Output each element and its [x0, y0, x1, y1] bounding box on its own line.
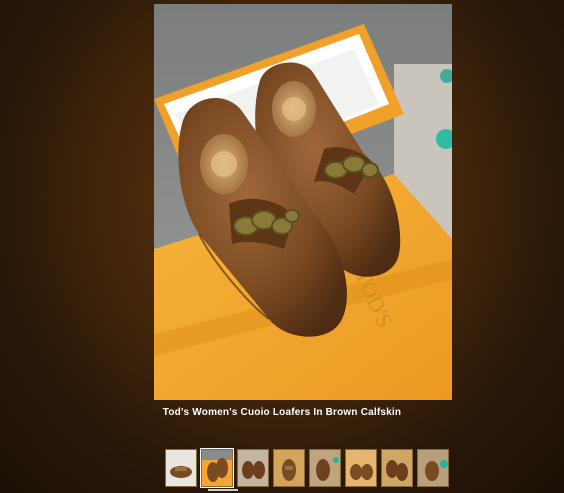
thumbnail-3[interactable] [237, 449, 269, 487]
thumbnail-7[interactable] [381, 449, 413, 487]
shoe-thumbnail-icon [166, 450, 196, 486]
thumbnail-1[interactable] [165, 449, 197, 487]
shoe-thumbnail-icon [382, 450, 412, 486]
image-viewer: TOD'S Tod's Women's Cuoio Loafers In Bro… [0, 0, 564, 493]
shoe-thumbnail-icon [310, 450, 340, 486]
product-caption: Tod's Women's Cuoio Loafers In Brown Cal… [162, 407, 402, 418]
thumbnail-8[interactable] [417, 449, 449, 487]
thumbnail-4[interactable] [273, 449, 305, 487]
shoe-thumbnail-icon [418, 450, 448, 486]
thumbnail-strip [165, 448, 449, 488]
shoe-thumbnail-icon [202, 450, 232, 486]
loafers-photo-icon: TOD'S [154, 4, 452, 400]
selected-thumbnail-indicator [208, 489, 238, 491]
shoe-thumbnail-icon [346, 450, 376, 486]
shoe-thumbnail-icon [238, 450, 268, 486]
thumbnail-2[interactable] [200, 448, 234, 488]
shoe-thumbnail-icon [274, 450, 304, 486]
thumbnail-5[interactable] [309, 449, 341, 487]
thumbnail-6[interactable] [345, 449, 377, 487]
main-product-image[interactable]: TOD'S [154, 4, 452, 400]
